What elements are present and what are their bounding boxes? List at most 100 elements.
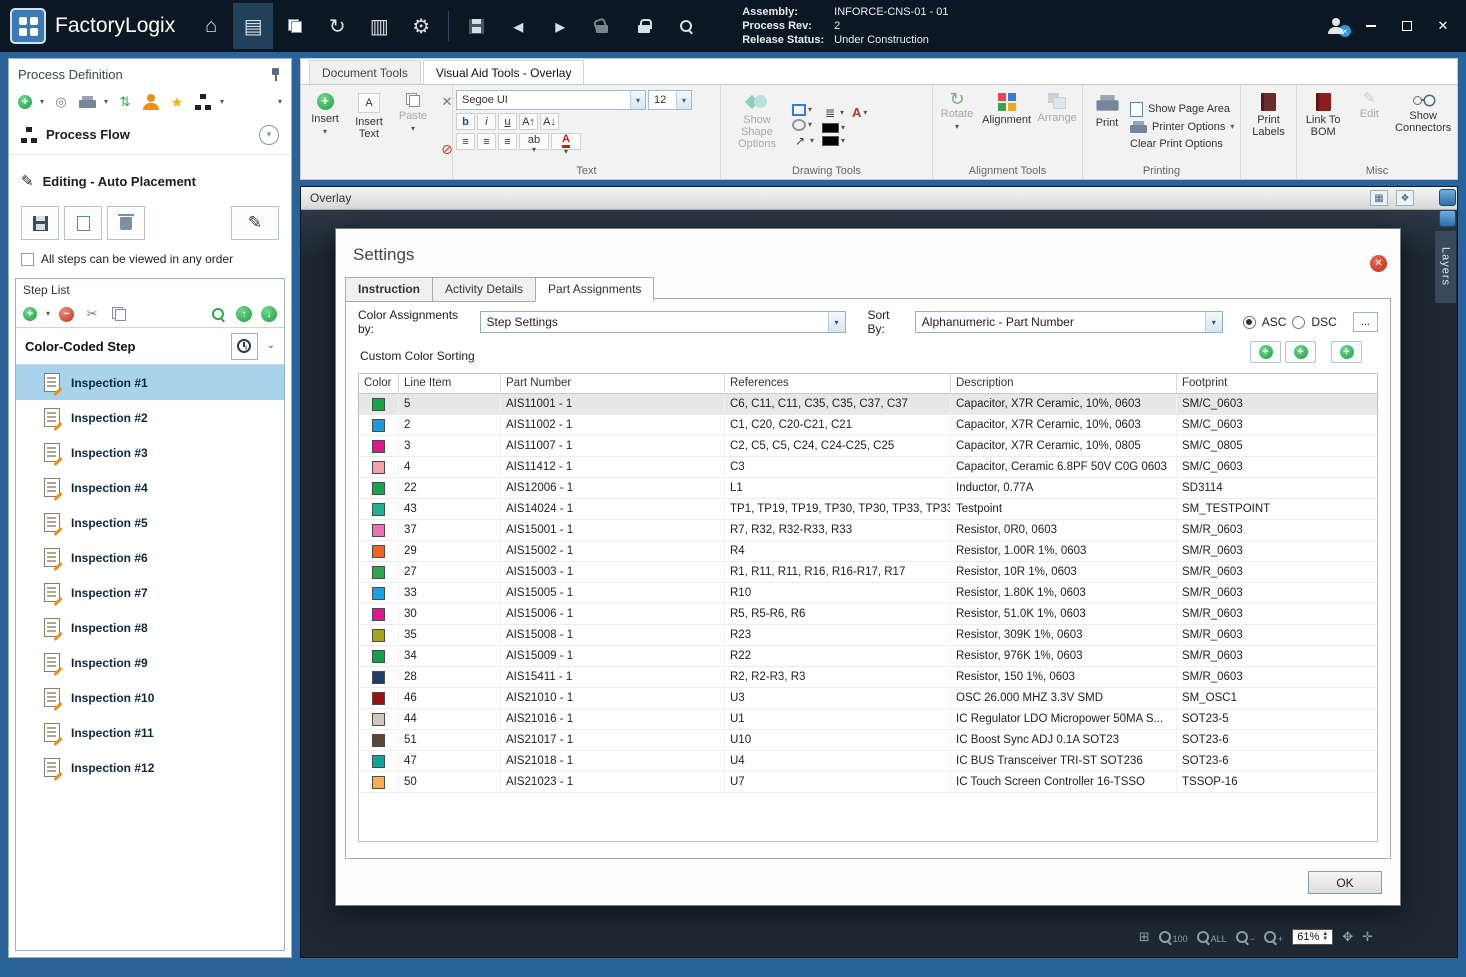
color-swatch[interactable] <box>372 565 385 579</box>
header-color[interactable]: Color <box>359 374 399 393</box>
color-swatch[interactable] <box>372 628 385 642</box>
step-list-item[interactable]: Inspection #9 <box>16 645 284 680</box>
align-right-button[interactable]: ≡ <box>498 133 517 150</box>
print-labels-button[interactable]: Print Labels <box>1244 87 1293 164</box>
table-row[interactable]: 37 AIS15001 - 1 R7, R32, R32-R33, R33 Resis… <box>359 520 1377 541</box>
add-icon[interactable] <box>18 95 32 109</box>
color-swatch[interactable] <box>372 502 385 516</box>
overlay-map-icon[interactable]: ▦ <box>1370 190 1388 206</box>
printer-options-button[interactable]: Printer Options ▾ <box>1130 120 1234 134</box>
header-line-item[interactable]: Line Item <box>399 374 501 393</box>
flow-options-icon[interactable] <box>194 93 212 111</box>
fill-color-swatch[interactable] <box>822 136 840 146</box>
color-swatch[interactable] <box>372 754 385 768</box>
alignment-button[interactable]: Alignment <box>980 87 1033 164</box>
color-swatch[interactable] <box>372 481 385 495</box>
table-row[interactable]: 30 AIS15006 - 1 R5, R5-R6, R6 Resistor, 51.… <box>359 604 1377 625</box>
align-center-button[interactable]: ≡ <box>477 133 496 150</box>
step-list-item[interactable]: Inspection #3 <box>16 435 284 470</box>
color-swatch[interactable] <box>372 712 385 726</box>
edit-button[interactable]: ✎ Edit <box>1348 87 1390 164</box>
italic-button[interactable]: i <box>477 113 496 130</box>
step-list-item[interactable]: Inspection #10 <box>16 680 284 715</box>
collapse-icon[interactable]: ▾ <box>259 124 279 145</box>
rail-tool-icon-2[interactable] <box>1439 210 1456 227</box>
dsc-radio[interactable] <box>1292 315 1306 329</box>
table-row[interactable]: 50 AIS21023 - 1 U7 IC Touch Screen Controll… <box>359 772 1377 793</box>
sort-by-combo[interactable]: Alphanumeric - Part Number ▾ <box>914 311 1223 333</box>
reorder-icon[interactable]: ⇅ <box>116 93 134 111</box>
color-swatch[interactable] <box>372 523 385 537</box>
font-size-combo[interactable]: 12 ▾ <box>648 90 692 110</box>
link-to-bom-button[interactable]: Link To BOM <box>1300 87 1346 164</box>
remove-step-icon[interactable] <box>59 306 75 322</box>
color-swatch[interactable] <box>372 733 385 747</box>
process-flow-row[interactable]: Process Flow ▾ <box>9 115 291 155</box>
link-icon[interactable]: ◎ <box>52 93 70 111</box>
step-list-item[interactable]: Inspection #1 <box>16 365 284 400</box>
step-type-selector[interactable]: Color-Coded Step ⌄ <box>16 327 284 365</box>
color-swatch[interactable] <box>372 418 385 432</box>
line-style-caret-icon[interactable]: ▾ <box>840 108 844 117</box>
color-swatch[interactable] <box>372 544 385 558</box>
zoom-in-icon[interactable]: + <box>1263 930 1283 944</box>
step-list-item[interactable]: Inspection #4 <box>16 470 284 505</box>
table-row[interactable]: 46 AIS21010 - 1 U3 OSC 26.000 MHZ 3.3V SMD S… <box>359 688 1377 709</box>
shrink-font-button[interactable]: A↓ <box>540 113 559 130</box>
more-options-button[interactable]: ... <box>1352 312 1378 332</box>
underline-button[interactable]: u <box>498 113 517 130</box>
close-button[interactable]: ✕ <box>1434 17 1452 35</box>
ellipse-tool-icon[interactable] <box>792 118 806 131</box>
move-up-icon[interactable]: ↑ <box>236 306 252 322</box>
unlock-icon[interactable] <box>582 3 622 49</box>
asc-radio[interactable] <box>1242 315 1256 329</box>
table-row[interactable]: 33 AIS15005 - 1 R10 Resistor, 1.80K 1%, 060… <box>359 583 1377 604</box>
text-color-caret-icon[interactable]: ▾ <box>863 108 867 117</box>
color-swatch[interactable] <box>372 460 385 474</box>
materials-icon[interactable] <box>275 3 315 49</box>
insert-button[interactable]: Insert▾ <box>304 87 346 164</box>
table-row[interactable]: 44 AIS21016 - 1 U1 IC Regulator LDO Micropo… <box>359 709 1377 730</box>
back-icon[interactable]: ◂ <box>498 3 538 49</box>
color-swatch[interactable] <box>372 439 385 453</box>
zoom-level-input[interactable]: 61% ▲ ▼ <box>1292 929 1334 945</box>
audit-search-icon[interactable] <box>666 3 706 49</box>
compass-icon[interactable]: ✛ <box>1362 929 1373 945</box>
table-row[interactable]: 2 AIS11002 - 1 C1, C20, C20-C21, C21 Capaci… <box>359 415 1377 436</box>
overlay-layers-icon[interactable]: ❖ <box>1396 190 1414 206</box>
dialog-close-icon[interactable]: ✕ <box>1370 255 1387 272</box>
table-row[interactable]: 51 AIS21017 - 1 U10 IC Boost Sync ADJ 0.1A … <box>359 730 1377 751</box>
add-color-group-button[interactable] <box>1285 341 1316 363</box>
pin-icon[interactable] <box>270 67 282 81</box>
rotate-button[interactable]: ↻ Rotate ▾ <box>936 87 978 164</box>
reports-icon[interactable]: ▥ <box>359 3 399 49</box>
color-swatch[interactable] <box>372 649 385 663</box>
process-editor-icon[interactable]: ▤ <box>233 3 274 49</box>
show-shape-options-button[interactable]: Show Shape Options <box>724 87 790 164</box>
copy-icon[interactable] <box>110 305 128 323</box>
zoom-step-icon[interactable] <box>209 305 227 323</box>
fill-color-caret-icon[interactable]: ▾ <box>841 137 845 145</box>
font-size-caret-icon[interactable]: ▾ <box>676 91 691 109</box>
settings-gear-icon[interactable]: ⚙ <box>401 3 441 49</box>
ellipse-caret-icon[interactable]: ▾ <box>808 120 812 129</box>
any-order-checkbox[interactable] <box>21 252 34 266</box>
step-list-item[interactable]: Inspection #12 <box>16 750 284 785</box>
step-list-item[interactable]: Inspection #5 <box>16 505 284 540</box>
user-account-icon[interactable]: × <box>1328 18 1351 37</box>
step-list-item[interactable]: Inspection #6 <box>16 540 284 575</box>
add-row-button[interactable] <box>1331 341 1362 363</box>
tab-instruction[interactable]: Instruction <box>345 277 433 302</box>
favorite-star-icon[interactable]: ★ <box>168 93 186 111</box>
table-row[interactable]: 27 AIS15003 - 1 R1, R11, R11, R16, R16-R17… <box>359 562 1377 583</box>
rectangle-tool-icon[interactable] <box>792 103 806 116</box>
table-row[interactable]: 5 AIS11001 - 1 C6, C11, C11, C35, C35, C37… <box>359 394 1377 415</box>
save-icon[interactable] <box>456 3 496 49</box>
rail-tool-icon-1[interactable] <box>1439 189 1456 206</box>
tab-visual-aid-tools[interactable]: Visual Aid Tools - Overlay <box>422 60 585 84</box>
delete-button[interactable] <box>107 206 145 240</box>
bold-button[interactable]: b <box>456 113 475 130</box>
zoom-spinner[interactable]: ▲ ▼ <box>1322 931 1328 942</box>
clear-print-options-button[interactable]: Clear Print Options <box>1130 138 1234 150</box>
color-assignments-combo[interactable]: Step Settings ▾ <box>479 311 846 333</box>
